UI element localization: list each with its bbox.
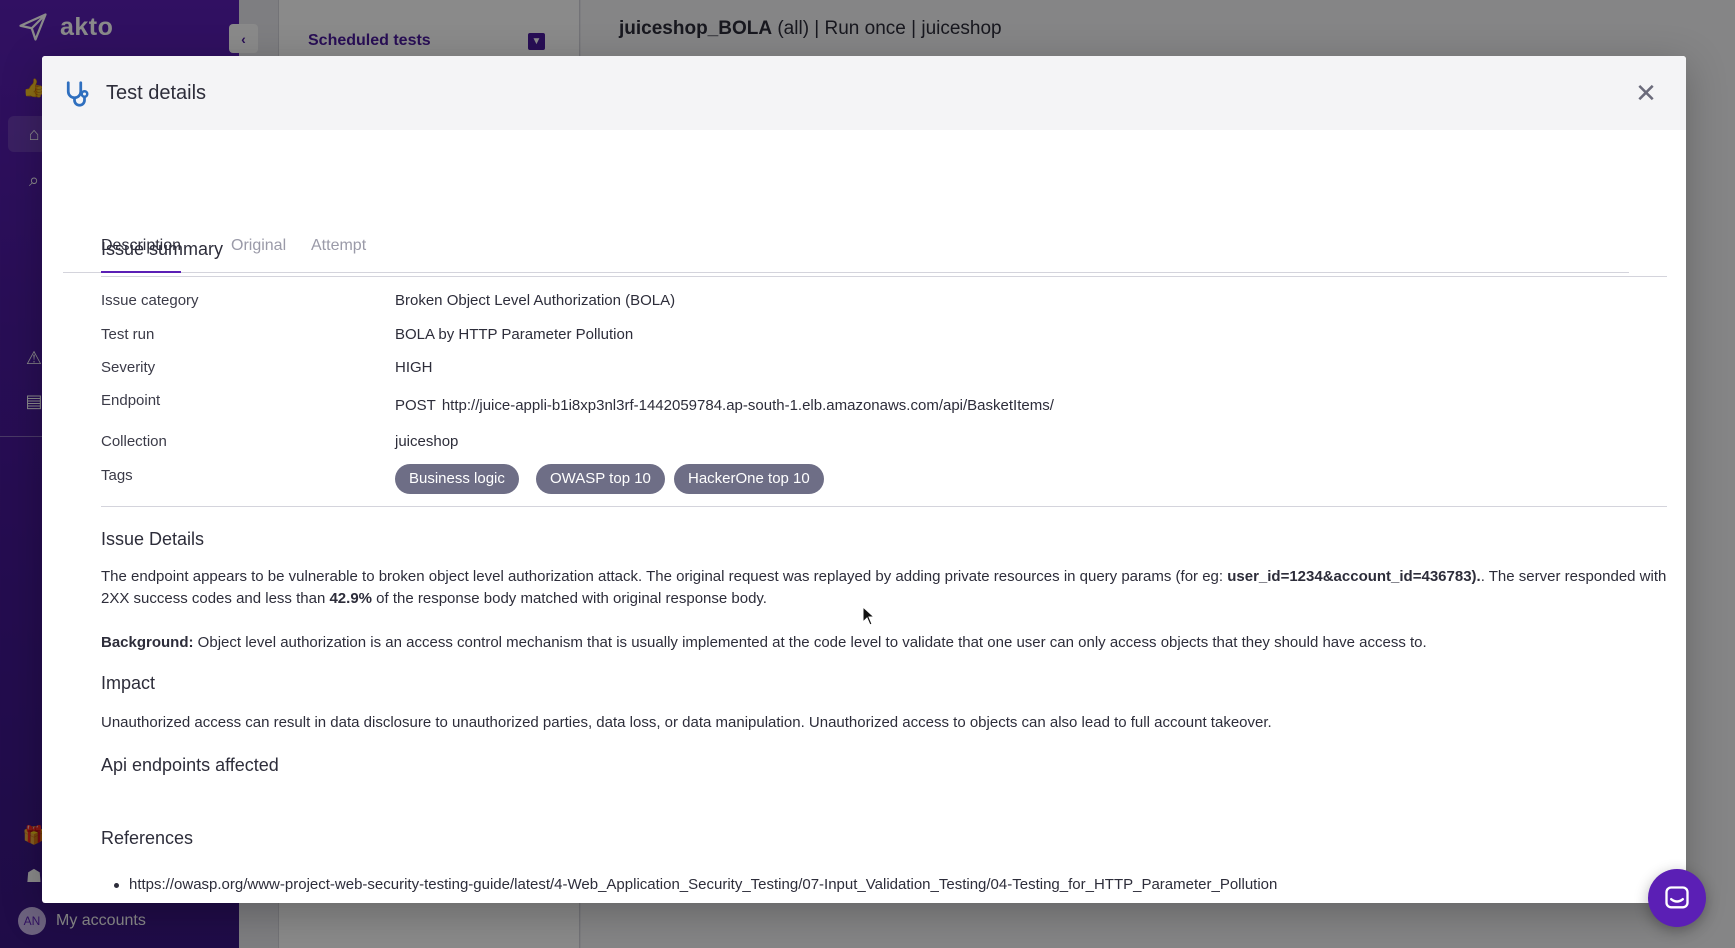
endpoint-value[interactable]: POST http://juice-appli-b1i8xp3nl3rf-1442… [395, 397, 1054, 414]
references-heading: References [101, 828, 194, 848]
endpoint-url: http://juice-appli-b1i8xp3nl3rf-14420597… [441, 397, 1054, 414]
test-run-label: Test run [101, 326, 155, 343]
tag-owasp-top-10: OWASP top 10 [536, 464, 665, 494]
chat-icon [1665, 886, 1689, 909]
example-params: user_id=1234&account_id=436783). [1227, 568, 1481, 585]
api-endpoints-heading: Api endpoints affected [101, 755, 279, 775]
issue-category-label: Issue category [101, 292, 199, 309]
bullet [114, 883, 119, 888]
issue-details-heading: Issue Details [101, 529, 205, 549]
close-icon[interactable]: ✕ [1633, 80, 1659, 106]
stethoscope-icon [66, 81, 89, 107]
modal-header: Test details ✕ [42, 56, 1686, 130]
issue-details-text: The endpoint appears to be vulnerable to… [101, 566, 1681, 610]
tag-hackerone-top-10: HackerOne top 10 [674, 464, 824, 494]
issue-category-value: Broken Object Level Authorization (BOLA) [395, 292, 676, 309]
issue-details-part: The endpoint appears to be vulnerable to… [101, 568, 1228, 585]
reference-item[interactable]: https://owasp.org/www-project-web-securi… [114, 876, 1277, 893]
tab-original[interactable]: Original [231, 237, 286, 273]
endpoint-label: Endpoint [101, 392, 161, 409]
reference-link[interactable]: https://owasp.org/www-project-web-securi… [129, 876, 1277, 893]
match-percentage: 42.9% [329, 590, 373, 607]
impact-text: Unauthorized access can result in data d… [101, 714, 1272, 731]
tags-label: Tags [101, 467, 133, 484]
severity-label: Severity [101, 359, 156, 376]
impact-heading: Impact [101, 673, 156, 693]
severity-value: HIGH [395, 359, 433, 376]
test-details-modal: Test details ✕ Description Original Atte… [42, 56, 1686, 903]
tab-bar: Description Original Attempt [63, 181, 1629, 273]
mouse-cursor-icon [862, 606, 876, 626]
tag-business-logic: Business logic [395, 464, 519, 494]
divider [101, 276, 1667, 277]
endpoint-method: POST [395, 397, 436, 414]
background-body: Object level authorization is an access … [193, 634, 1427, 651]
modal-title: Test details [106, 82, 207, 104]
issue-details-part: of the response body matched with origin… [372, 590, 767, 607]
background-text: Background: Object level authorization i… [101, 632, 1681, 654]
collection-value: juiceshop [395, 433, 459, 450]
chat-support-button[interactable] [1648, 869, 1706, 927]
divider [101, 506, 1667, 507]
test-run-value: BOLA by HTTP Parameter Pollution [395, 326, 634, 343]
collection-label: Collection [101, 433, 167, 450]
issue-summary-heading: Issue summary [101, 239, 224, 259]
background-label: Background: [101, 634, 194, 651]
tab-attempt[interactable]: Attempt [311, 237, 366, 273]
